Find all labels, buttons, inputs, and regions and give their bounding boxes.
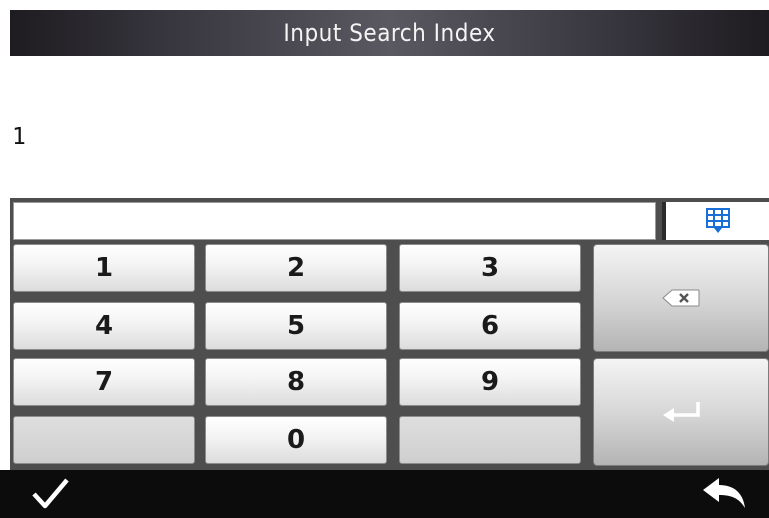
keyboard-grid-icon xyxy=(705,208,730,233)
backspace-icon xyxy=(662,289,700,307)
key-7[interactable]: 7 xyxy=(13,358,195,406)
enter-button[interactable] xyxy=(593,358,769,466)
key-1[interactable]: 1 xyxy=(13,244,195,292)
key-3[interactable]: 3 xyxy=(399,244,581,292)
key-blank-left[interactable] xyxy=(13,416,195,464)
back-button[interactable] xyxy=(701,476,747,512)
backspace-button[interactable] xyxy=(593,244,769,352)
confirm-button[interactable] xyxy=(30,476,70,512)
enter-icon xyxy=(663,402,700,422)
keyboard-mode-button[interactable] xyxy=(662,202,769,240)
back-arrow-icon xyxy=(703,478,745,508)
keyboard-input-strip[interactable] xyxy=(13,202,656,240)
key-9[interactable]: 9 xyxy=(399,358,581,406)
page-title: Input Search Index xyxy=(283,19,496,47)
search-index-value[interactable]: 1 xyxy=(12,124,26,150)
numeric-keyboard: 1 2 3 4 5 6 7 8 9 0 xyxy=(10,198,769,470)
key-blank-right[interactable] xyxy=(399,416,581,464)
key-6[interactable]: 6 xyxy=(399,302,581,350)
title-bar: Input Search Index xyxy=(10,10,769,56)
checkmark-icon xyxy=(32,478,69,509)
key-4[interactable]: 4 xyxy=(13,302,195,350)
key-2[interactable]: 2 xyxy=(205,244,387,292)
key-0[interactable]: 0 xyxy=(205,416,387,464)
key-8[interactable]: 8 xyxy=(205,358,387,406)
key-5[interactable]: 5 xyxy=(205,302,387,350)
bottom-toolbar xyxy=(0,470,769,518)
